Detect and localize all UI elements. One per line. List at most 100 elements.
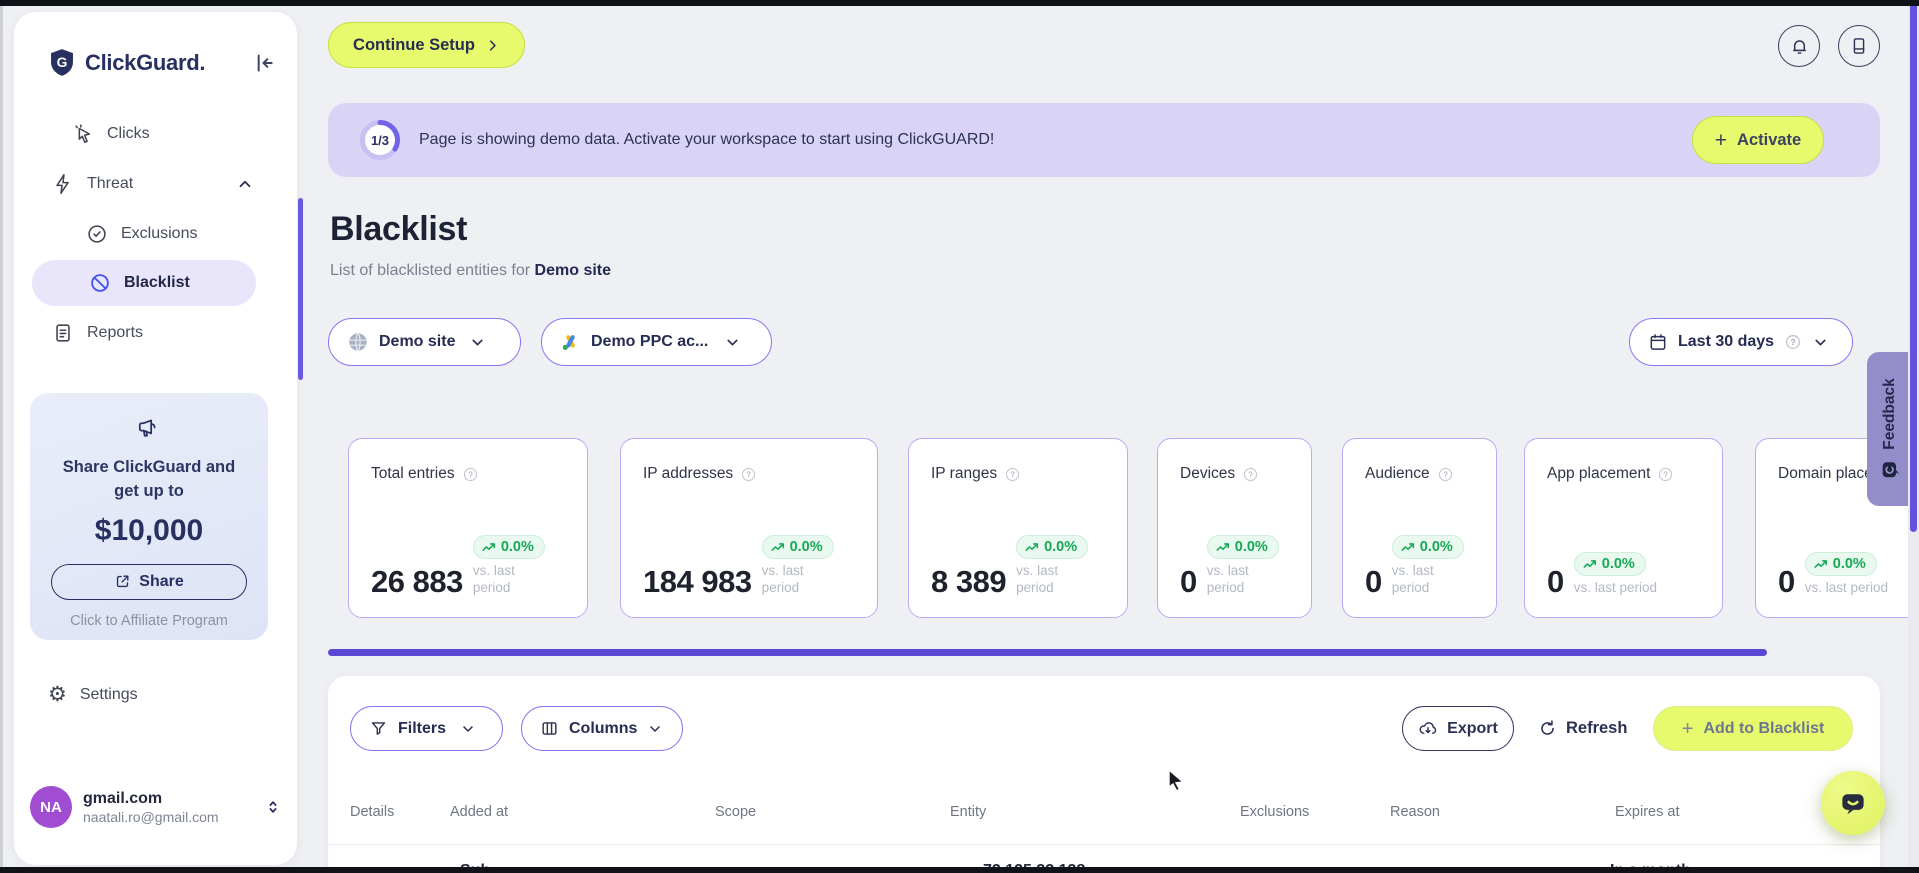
blacklist-table-card: Filters Columns Export Refresh + Add to … — [328, 676, 1880, 873]
docs-button[interactable] — [1838, 25, 1880, 67]
sidebar-item-threat[interactable]: Threat — [52, 164, 280, 204]
question-circle-icon[interactable]: ? — [462, 466, 479, 483]
feedback-chat-icon — [1880, 460, 1900, 480]
brand-logo[interactable]: G ClickGuard. — [48, 48, 205, 78]
question-circle-icon[interactable]: ? — [1242, 466, 1259, 483]
cloud-download-icon — [1418, 719, 1438, 739]
export-label: Export — [1447, 719, 1498, 737]
delta-badge: 0.0% — [1016, 534, 1089, 559]
stat-value: 8 389 — [931, 564, 1007, 599]
sidebar-item-clicks[interactable]: Clicks — [72, 114, 272, 154]
columns-dropdown[interactable]: Columns — [521, 706, 683, 751]
window-edge-top — [0, 0, 1919, 6]
stat-value: 0 — [1778, 564, 1795, 599]
ban-icon — [89, 272, 111, 294]
account-switcher[interactable]: NA gmail.com naatali.ro@gmail.com — [30, 786, 282, 828]
question-circle-icon[interactable]: ? — [1657, 466, 1674, 483]
activate-button[interactable]: + Activate — [1692, 116, 1824, 164]
stat-period: vs. last period — [1016, 562, 1059, 596]
cards-horizontal-scrollbar[interactable] — [328, 649, 1767, 656]
trend-up-icon — [1814, 560, 1827, 569]
delta-badge: 0.0% — [1391, 534, 1464, 559]
question-circle-icon[interactable]: ? — [1784, 333, 1802, 351]
avatar: NA — [30, 786, 72, 828]
promo-amount: $10,000 — [94, 513, 204, 547]
col-header-added-at[interactable]: Added at — [450, 804, 508, 820]
stat-label: Audience — [1365, 465, 1430, 482]
chevron-up-icon[interactable] — [236, 175, 254, 193]
sidebar: G ClickGuard. Clicks Threat Exclusions B… — [14, 12, 303, 865]
question-circle-icon[interactable]: ? — [1437, 466, 1454, 483]
sidebar-item-reports[interactable]: Reports — [52, 313, 272, 353]
account-name: gmail.com — [83, 789, 163, 807]
question-circle-icon[interactable]: ? — [1004, 466, 1021, 483]
svg-text:G: G — [57, 54, 68, 70]
notifications-button[interactable] — [1778, 25, 1820, 67]
site-selector[interactable]: Demo site — [328, 318, 521, 366]
chat-launcher-button[interactable] — [1821, 771, 1885, 835]
ppc-account-value: Demo PPC ac... — [591, 333, 709, 350]
col-header-entity[interactable]: Entity — [950, 804, 986, 820]
col-header-expires-at[interactable]: Expires at — [1615, 804, 1679, 820]
svg-text:?: ? — [1010, 470, 1015, 479]
page-scrollbar-thumb[interactable] — [1910, 0, 1917, 532]
arrow-right-icon — [485, 38, 500, 53]
sidebar-collapse-icon[interactable] — [250, 50, 276, 76]
col-header-reason[interactable]: Reason — [1390, 804, 1440, 820]
sidebar-item-exclusions[interactable]: Exclusions — [86, 214, 272, 254]
sidebar-item-label: Blacklist — [124, 274, 190, 291]
delta-badge: 0.0% — [1206, 534, 1279, 559]
globe-icon — [347, 331, 369, 353]
ppc-account-selector[interactable]: Demo PPC ac... — [541, 318, 772, 366]
continue-setup-button[interactable]: Continue Setup — [328, 22, 525, 68]
add-to-blacklist-label: Add to Blacklist — [1703, 719, 1825, 737]
filters-dropdown[interactable]: Filters — [350, 706, 503, 751]
stat-card-ip-ranges: IP ranges ? 8 389 0.0% vs. last period — [908, 438, 1128, 618]
stat-period: vs. last period — [1804, 580, 1889, 596]
window-edge-left — [0, 0, 3, 873]
stat-label: Devices — [1180, 465, 1236, 482]
bell-icon — [1789, 36, 1810, 57]
columns-label: Columns — [569, 719, 638, 737]
share-button[interactable]: Share — [51, 563, 247, 600]
stat-value: 184 983 — [643, 564, 752, 599]
subtitle-entity: Demo site — [534, 262, 612, 279]
refresh-button[interactable]: Refresh — [1538, 706, 1627, 751]
sidebar-item-settings[interactable]: ⚙ Settings — [48, 684, 138, 705]
date-range-selector[interactable]: Last 30 days ? — [1629, 318, 1853, 366]
banner-message: Page is showing demo data. Activate your… — [419, 131, 995, 148]
affiliate-promo-card[interactable]: Share ClickGuard and get up to $10,000 S… — [30, 393, 268, 640]
chevron-down-icon — [460, 721, 476, 737]
document-icon — [52, 322, 74, 344]
stat-value: 0 — [1180, 564, 1197, 599]
stat-label: IP ranges — [931, 465, 998, 482]
col-header-scope[interactable]: Scope — [715, 804, 756, 820]
cursor-click-icon — [72, 123, 94, 145]
feedback-tab[interactable]: Feedback — [1867, 352, 1912, 506]
sidebar-item-blacklist[interactable]: Blacklist — [32, 260, 256, 306]
sidebar-scrollbar[interactable] — [298, 198, 303, 380]
question-circle-icon[interactable]: ? — [740, 466, 757, 483]
sort-chevrons-icon[interactable] — [264, 798, 282, 816]
delta-badge: 0.0% — [1804, 552, 1877, 577]
account-info: gmail.com naatali.ro@gmail.com — [83, 790, 219, 825]
account-email: naatali.ro@gmail.com — [83, 808, 219, 825]
chat-bubble-icon — [1838, 788, 1868, 818]
trend-up-icon — [1583, 560, 1596, 569]
demo-data-banner: 1/3 Page is showing demo data. Activate … — [328, 103, 1880, 177]
col-header-details[interactable]: Details — [350, 804, 394, 820]
export-button[interactable]: Export — [1402, 706, 1514, 751]
google-ads-icon — [560, 332, 581, 353]
date-range-value: Last 30 days — [1678, 333, 1775, 350]
shield-logo-icon: G — [48, 48, 76, 78]
trend-up-icon — [1025, 543, 1039, 551]
page-scrollbar[interactable] — [1908, 0, 1919, 873]
trend-up-icon — [482, 543, 495, 551]
add-to-blacklist-button[interactable]: + Add to Blacklist — [1653, 706, 1853, 751]
col-header-exclusions[interactable]: Exclusions — [1240, 804, 1309, 820]
trend-up-icon — [1401, 543, 1414, 551]
stat-value: 26 883 — [371, 564, 463, 599]
delta-badge: 0.0% — [761, 534, 834, 559]
feedback-label: Feedback — [1880, 378, 1898, 450]
stat-card-total-entries: Total entries ? 26 883 0.0% vs. last per… — [348, 438, 588, 618]
